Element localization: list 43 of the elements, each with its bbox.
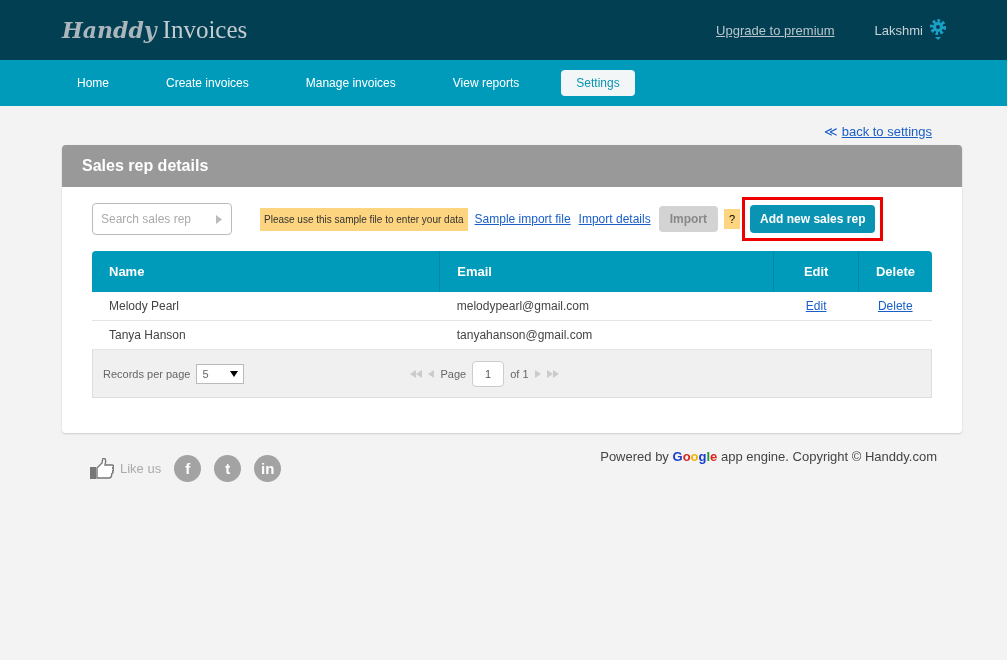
nav-tab[interactable]: Manage invoices <box>290 70 411 96</box>
page-field[interactable]: 1 <box>472 360 505 387</box>
column-header: Email <box>439 251 774 292</box>
page-label: Page <box>440 367 467 380</box>
column-header: Delete <box>858 251 932 292</box>
add-button[interactable]: Add new sales rep <box>750 205 876 233</box>
thumbs-up-icon[interactable] <box>90 457 114 480</box>
first-page-icon[interactable] <box>410 369 423 378</box>
double-arrow-icon: ≪ <box>823 124 838 139</box>
column-header: Edit <box>773 251 859 292</box>
back-link[interactable]: back to settings <box>841 124 932 139</box>
import-link[interactable]: Import details <box>578 212 651 226</box>
table-cell: Tanya Hanson <box>92 320 440 350</box>
logo-text: Invoices <box>162 16 248 44</box>
last-page-icon[interactable] <box>546 369 559 378</box>
powered-by-text: Powered by Google app engine. Copyright © Handdy.com <box>600 449 937 464</box>
records-label: Records per page <box>103 367 191 380</box>
nav-tab[interactable]: Home <box>62 70 124 96</box>
delete-link[interactable]: Delete <box>877 299 913 313</box>
next-page-icon[interactable] <box>534 369 541 378</box>
nav-tab[interactable]: Create invoices <box>151 70 264 96</box>
prev-page-icon[interactable] <box>428 369 435 378</box>
help-badge[interactable]: ? <box>724 209 741 229</box>
hint-label: Please use this sample file to enter your data <box>260 207 468 231</box>
user-name[interactable]: Lakshmi <box>874 22 923 38</box>
like-label: Like us <box>120 461 162 476</box>
caret-icon <box>230 370 239 377</box>
search-field[interactable]: Search sales rep <box>92 203 232 235</box>
table-cell: Melody Pearl <box>92 292 440 321</box>
table-cell: melodypearl@gmail.com <box>439 292 774 321</box>
logo-script: Handdy <box>62 17 157 43</box>
column-header: Name <box>92 251 440 292</box>
gear-icon[interactable] <box>929 18 947 42</box>
edit-link[interactable]: Edit <box>805 299 827 313</box>
table-cell: tanyahanson@gmail.com <box>439 320 774 350</box>
nav-tab[interactable]: View reports <box>437 70 535 96</box>
panel-title: Sales rep details <box>62 145 962 187</box>
import-link[interactable]: Sample import file <box>474 212 571 226</box>
records-dropdown[interactable]: 5 <box>196 363 245 384</box>
upgrade-link[interactable]: Upgrade to premium <box>716 22 835 38</box>
play-icon <box>216 215 222 224</box>
nav-tab[interactable]: Settings <box>561 70 635 96</box>
page-count: of 1 <box>510 367 529 380</box>
